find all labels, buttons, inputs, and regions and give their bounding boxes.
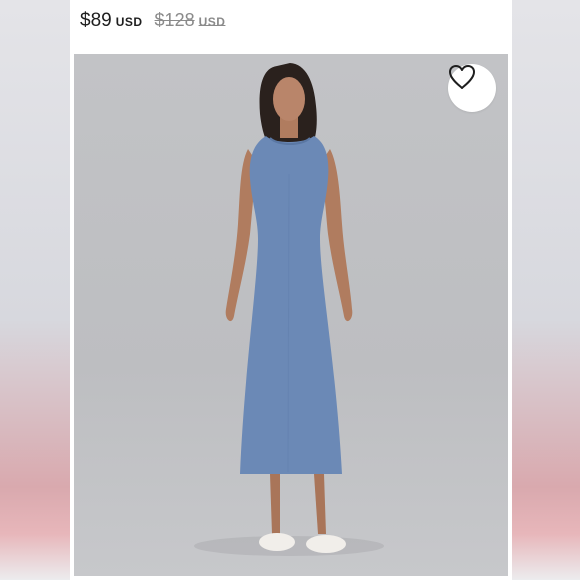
original-price-currency: USD: [198, 15, 226, 29]
blurred-backdrop-left: [0, 0, 70, 580]
heart-outline-icon: [449, 65, 475, 89]
current-price-value: $89: [80, 10, 112, 31]
original-price-value: $128: [154, 10, 195, 30]
price-row: $89 USD $128 USD: [80, 10, 225, 36]
current-price-currency: USD: [115, 15, 143, 29]
wishlist-button[interactable]: [448, 64, 496, 112]
product-card: $89 USD $128 USD: [70, 0, 512, 580]
blurred-backdrop-right: [510, 0, 580, 580]
product-photo[interactable]: [74, 54, 508, 576]
model-in-dress-illustration: [194, 63, 384, 556]
current-price: $89 USD: [80, 10, 143, 32]
original-price: $128 USD: [155, 10, 226, 31]
